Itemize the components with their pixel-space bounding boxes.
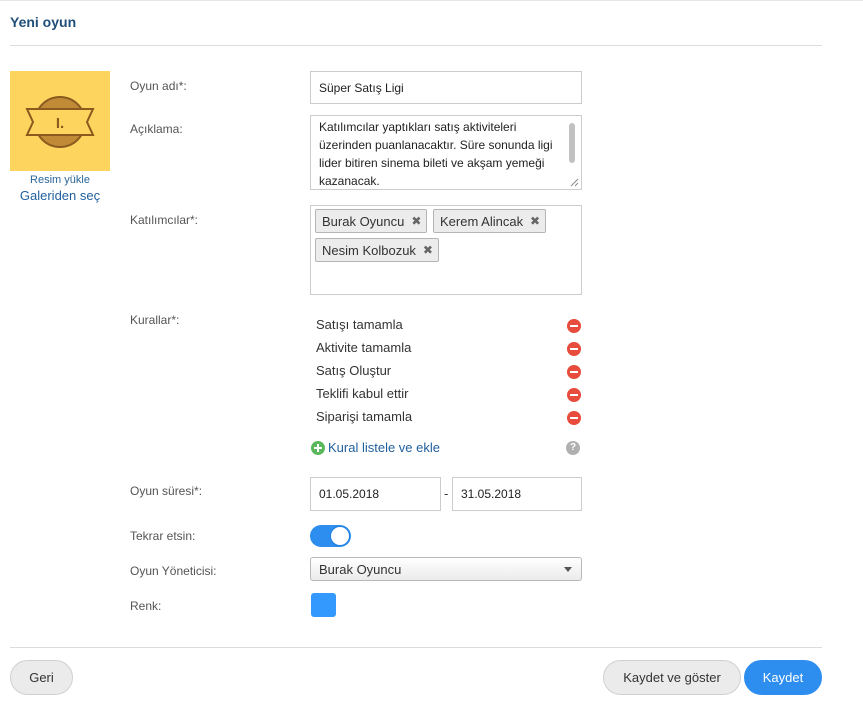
- textarea-scrollbar[interactable]: [569, 123, 575, 163]
- game-name-input[interactable]: Süper Satış Ligi: [310, 71, 582, 104]
- resize-handle-icon[interactable]: [569, 177, 579, 187]
- participants-label: Katılımcılar*:: [130, 213, 199, 227]
- description-label: Açıklama:: [130, 122, 183, 136]
- rule-item: Satışı tamamla: [316, 317, 403, 332]
- duration-label: Oyun süresi*:: [130, 484, 203, 498]
- remove-tag-icon[interactable]: ✖: [411, 214, 421, 228]
- participant-name: Kerem Alincak: [440, 213, 524, 229]
- remove-rule-icon[interactable]: [567, 319, 581, 333]
- remove-tag-icon[interactable]: ✖: [530, 214, 540, 228]
- manager-select[interactable]: Burak Oyuncu: [310, 557, 582, 581]
- remove-tag-icon[interactable]: ✖: [423, 243, 433, 257]
- page-title: Yeni oyun: [10, 14, 77, 30]
- top-border: [0, 0, 863, 1]
- description-value: Katılımcılar yaptıkları satış aktivitele…: [319, 120, 553, 188]
- game-image[interactable]: I.: [10, 71, 110, 171]
- gallery-select-link[interactable]: Galeriden seç: [10, 188, 110, 203]
- repeat-toggle[interactable]: [310, 525, 351, 547]
- participants-field[interactable]: Burak Oyuncu ✖ Kerem Alincak ✖ Nesim Kol…: [310, 205, 582, 295]
- remove-rule-icon[interactable]: [567, 365, 581, 379]
- color-label: Renk:: [130, 599, 162, 613]
- end-date-input[interactable]: 31.05.2018: [452, 477, 582, 511]
- badge-text: I.: [56, 115, 64, 132]
- participant-tag: Burak Oyuncu ✖: [315, 209, 428, 233]
- date-separator: -: [444, 486, 449, 501]
- end-date-value: 31.05.2018: [461, 487, 522, 501]
- add-rule-label: Kural listele ve ekle: [328, 440, 440, 455]
- color-picker-swatch[interactable]: [311, 593, 336, 617]
- header-divider: [10, 45, 822, 46]
- remove-rule-icon[interactable]: [567, 388, 581, 402]
- back-button[interactable]: Geri: [10, 660, 73, 695]
- participant-tag: Kerem Alincak ✖: [433, 209, 547, 233]
- start-date-value: 01.05.2018: [319, 487, 380, 501]
- save-and-show-button[interactable]: Kaydet ve göster: [603, 660, 741, 695]
- footer-divider: [10, 647, 822, 648]
- participant-tag: Nesim Kolbozuk ✖: [315, 238, 439, 262]
- start-date-input[interactable]: 01.05.2018: [310, 477, 441, 511]
- rule-item: Siparişi tamamla: [316, 409, 413, 424]
- add-rule-link[interactable]: Kural listele ve ekle: [311, 440, 440, 455]
- rank-badge-icon: I.: [25, 96, 95, 148]
- game-name-value: Süper Satış Ligi: [319, 80, 404, 95]
- rules-label: Kurallar*:: [130, 313, 180, 327]
- participant-name: Nesim Kolbozuk: [322, 242, 416, 258]
- manager-selected: Burak Oyuncu: [319, 561, 402, 577]
- upload-image-link[interactable]: Resim yükle: [10, 174, 110, 186]
- manager-label: Oyun Yöneticisi:: [130, 564, 217, 578]
- plus-icon: [311, 440, 325, 455]
- description-textarea[interactable]: Katılımcılar yaptıkları satış aktivitele…: [310, 115, 582, 190]
- rule-item: Teklifi kabul ettir: [316, 386, 409, 401]
- save-button[interactable]: Kaydet: [744, 660, 822, 695]
- dropdown-arrow-icon: [564, 567, 572, 572]
- remove-rule-icon[interactable]: [567, 342, 581, 356]
- toggle-knob: [330, 526, 350, 546]
- repeat-label: Tekrar etsin:: [130, 529, 196, 543]
- rule-item: Satış Oluştur: [316, 363, 392, 378]
- help-icon[interactable]: ?: [566, 441, 580, 455]
- remove-rule-icon[interactable]: [567, 411, 581, 425]
- rule-item: Aktivite tamamla: [316, 340, 412, 355]
- participant-name: Burak Oyuncu: [322, 213, 405, 229]
- game-name-label: Oyun adı*:: [130, 79, 187, 93]
